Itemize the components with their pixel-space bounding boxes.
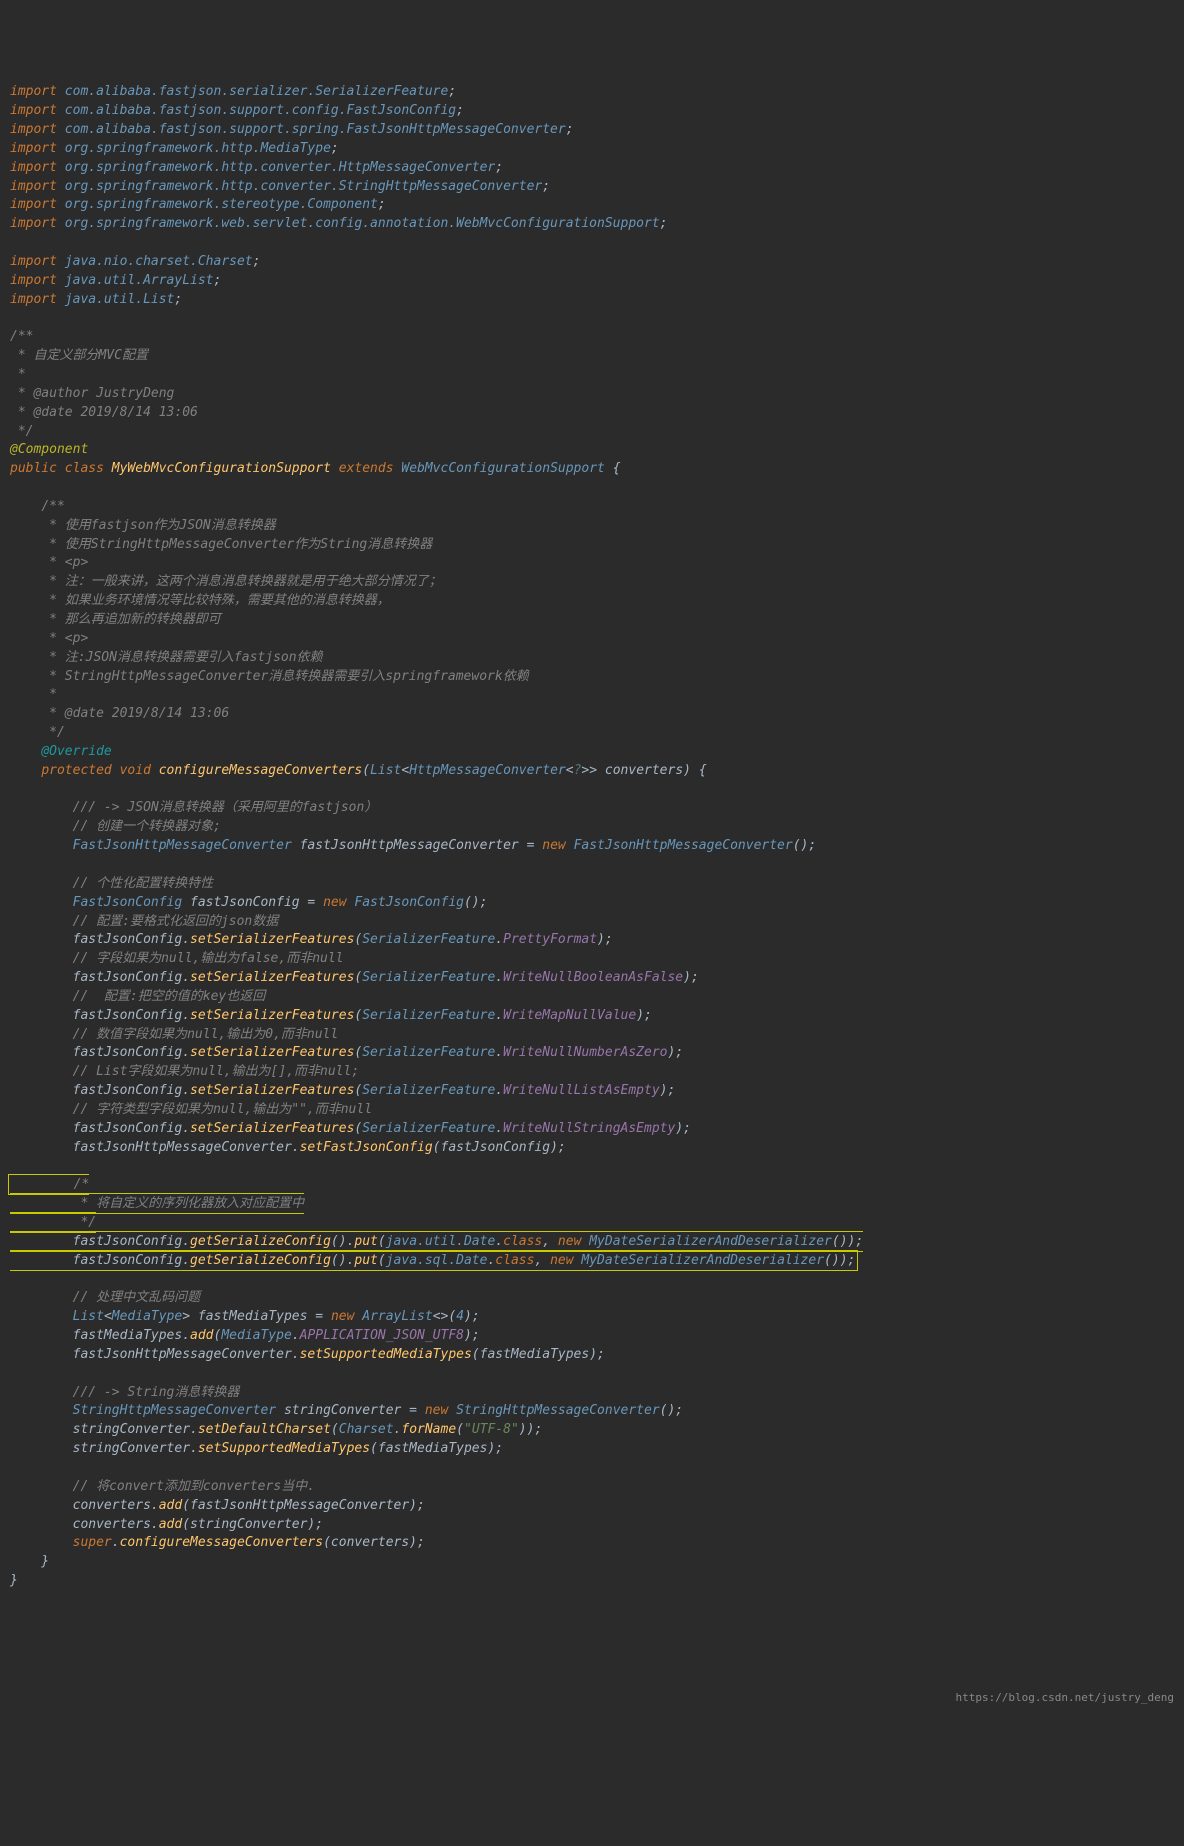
import-line: import org.springframework.http.MediaTyp… xyxy=(10,141,339,156)
code-line: FastJsonConfig fastJsonConfig = new Fast… xyxy=(73,895,488,910)
override-annotation: @Override xyxy=(41,744,111,759)
comment-line: // 字符类型字段如果为null,输出为"",而非null xyxy=(73,1102,372,1117)
import-line: import java.util.ArrayList; xyxy=(10,273,221,288)
import-line: import com.alibaba.fastjson.serializer.S… xyxy=(10,84,456,99)
code-line: converters.add(stringConverter); xyxy=(73,1517,323,1532)
comment-line: // 配置:把空的值的key也返回 xyxy=(73,989,266,1004)
import-line: import com.alibaba.fastjson.support.spri… xyxy=(10,122,574,137)
comment-line: // 字段如果为null,输出为false,而非null xyxy=(73,951,344,966)
code-line: fastJsonConfig.setSerializerFeatures(Ser… xyxy=(73,1045,684,1060)
import-line: import com.alibaba.fastjson.support.conf… xyxy=(10,103,464,118)
code-line: fastJsonHttpMessageConverter.setFastJson… xyxy=(73,1140,566,1155)
comment-line: // 配置:要格式化返回的json数据 xyxy=(73,914,279,929)
code-line: FastJsonHttpMessageConverter fastJsonHtt… xyxy=(73,838,817,853)
code-line: fastMediaTypes.add(MediaType.APPLICATION… xyxy=(73,1328,480,1343)
import-line: import org.springframework.stereotype.Co… xyxy=(10,197,386,212)
code-line: List<MediaType> fastMediaTypes = new Arr… xyxy=(73,1309,480,1324)
comment-line: /// -> String消息转换器 xyxy=(73,1385,240,1400)
method-declaration: protected void configureMessageConverter… xyxy=(41,763,706,778)
code-line: fastJsonConfig.setSerializerFeatures(Ser… xyxy=(73,1083,676,1098)
code-line: fastJsonConfig.setSerializerFeatures(Ser… xyxy=(73,1121,691,1136)
highlighted-region: /* * 将自定义的序列化器放入对应配置中 */ fastJsonConfig.… xyxy=(8,1174,863,1270)
comment-line: // 个性化配置转换特性 xyxy=(73,876,213,891)
code-line: fastJsonConfig.setSerializerFeatures(Ser… xyxy=(73,932,613,947)
class-declaration: public class MyWebMvcConfigurationSuppor… xyxy=(10,461,621,476)
comment-line: /// -> JSON消息转换器（采用阿里的fastjson） xyxy=(73,800,378,815)
comment-line: // 处理中文乱码问题 xyxy=(73,1290,200,1305)
code-line: fastJsonHttpMessageConverter.setSupporte… xyxy=(73,1347,605,1362)
code-line: stringConverter.setSupportedMediaTypes(f… xyxy=(73,1441,503,1456)
watermark-text: https://blog.csdn.net/justry_deng xyxy=(955,1690,1174,1706)
code-line: super.configureMessageConverters(convert… xyxy=(73,1535,425,1550)
code-line: StringHttpMessageConverter stringConvert… xyxy=(73,1403,684,1418)
import-line: import org.springframework.http.converte… xyxy=(10,179,550,194)
component-annotation: @Component xyxy=(10,442,88,457)
code-line: fastJsonConfig.setSerializerFeatures(Ser… xyxy=(73,1008,652,1023)
code-line: converters.add(fastJsonHttpMessageConver… xyxy=(73,1498,425,1513)
import-line: import org.springframework.http.converte… xyxy=(10,160,503,175)
import-line: import java.nio.charset.Charset; xyxy=(10,254,260,269)
code-line: fastJsonConfig.getSerializeConfig().put(… xyxy=(73,1234,864,1249)
comment-line: // 创建一个转换器对象; xyxy=(73,819,221,834)
import-line: import java.util.List; xyxy=(10,292,182,307)
code-line: stringConverter.setDefaultCharset(Charse… xyxy=(73,1422,543,1437)
class-javadoc: /** * 自定义部分MVC配置 * * @author JustryDeng … xyxy=(10,329,198,438)
method-javadoc: /** * 使用fastjson作为JSON消息转换器 * 使用StringHt… xyxy=(10,499,529,740)
code-line: fastJsonConfig.setSerializerFeatures(Ser… xyxy=(73,970,699,985)
comment-line: // List字段如果为null,输出为[],而非null; xyxy=(73,1064,360,1079)
import-line: import org.springframework.web.servlet.c… xyxy=(10,216,667,231)
code-editor: import com.alibaba.fastjson.serializer.S… xyxy=(10,83,1174,1591)
comment-line: // 将convert添加到converters当中. xyxy=(73,1479,315,1494)
comment-line: // 数值字段如果为null,输出为0,而非null xyxy=(73,1027,339,1042)
code-line: fastJsonConfig.getSerializeConfig().put(… xyxy=(73,1253,856,1268)
